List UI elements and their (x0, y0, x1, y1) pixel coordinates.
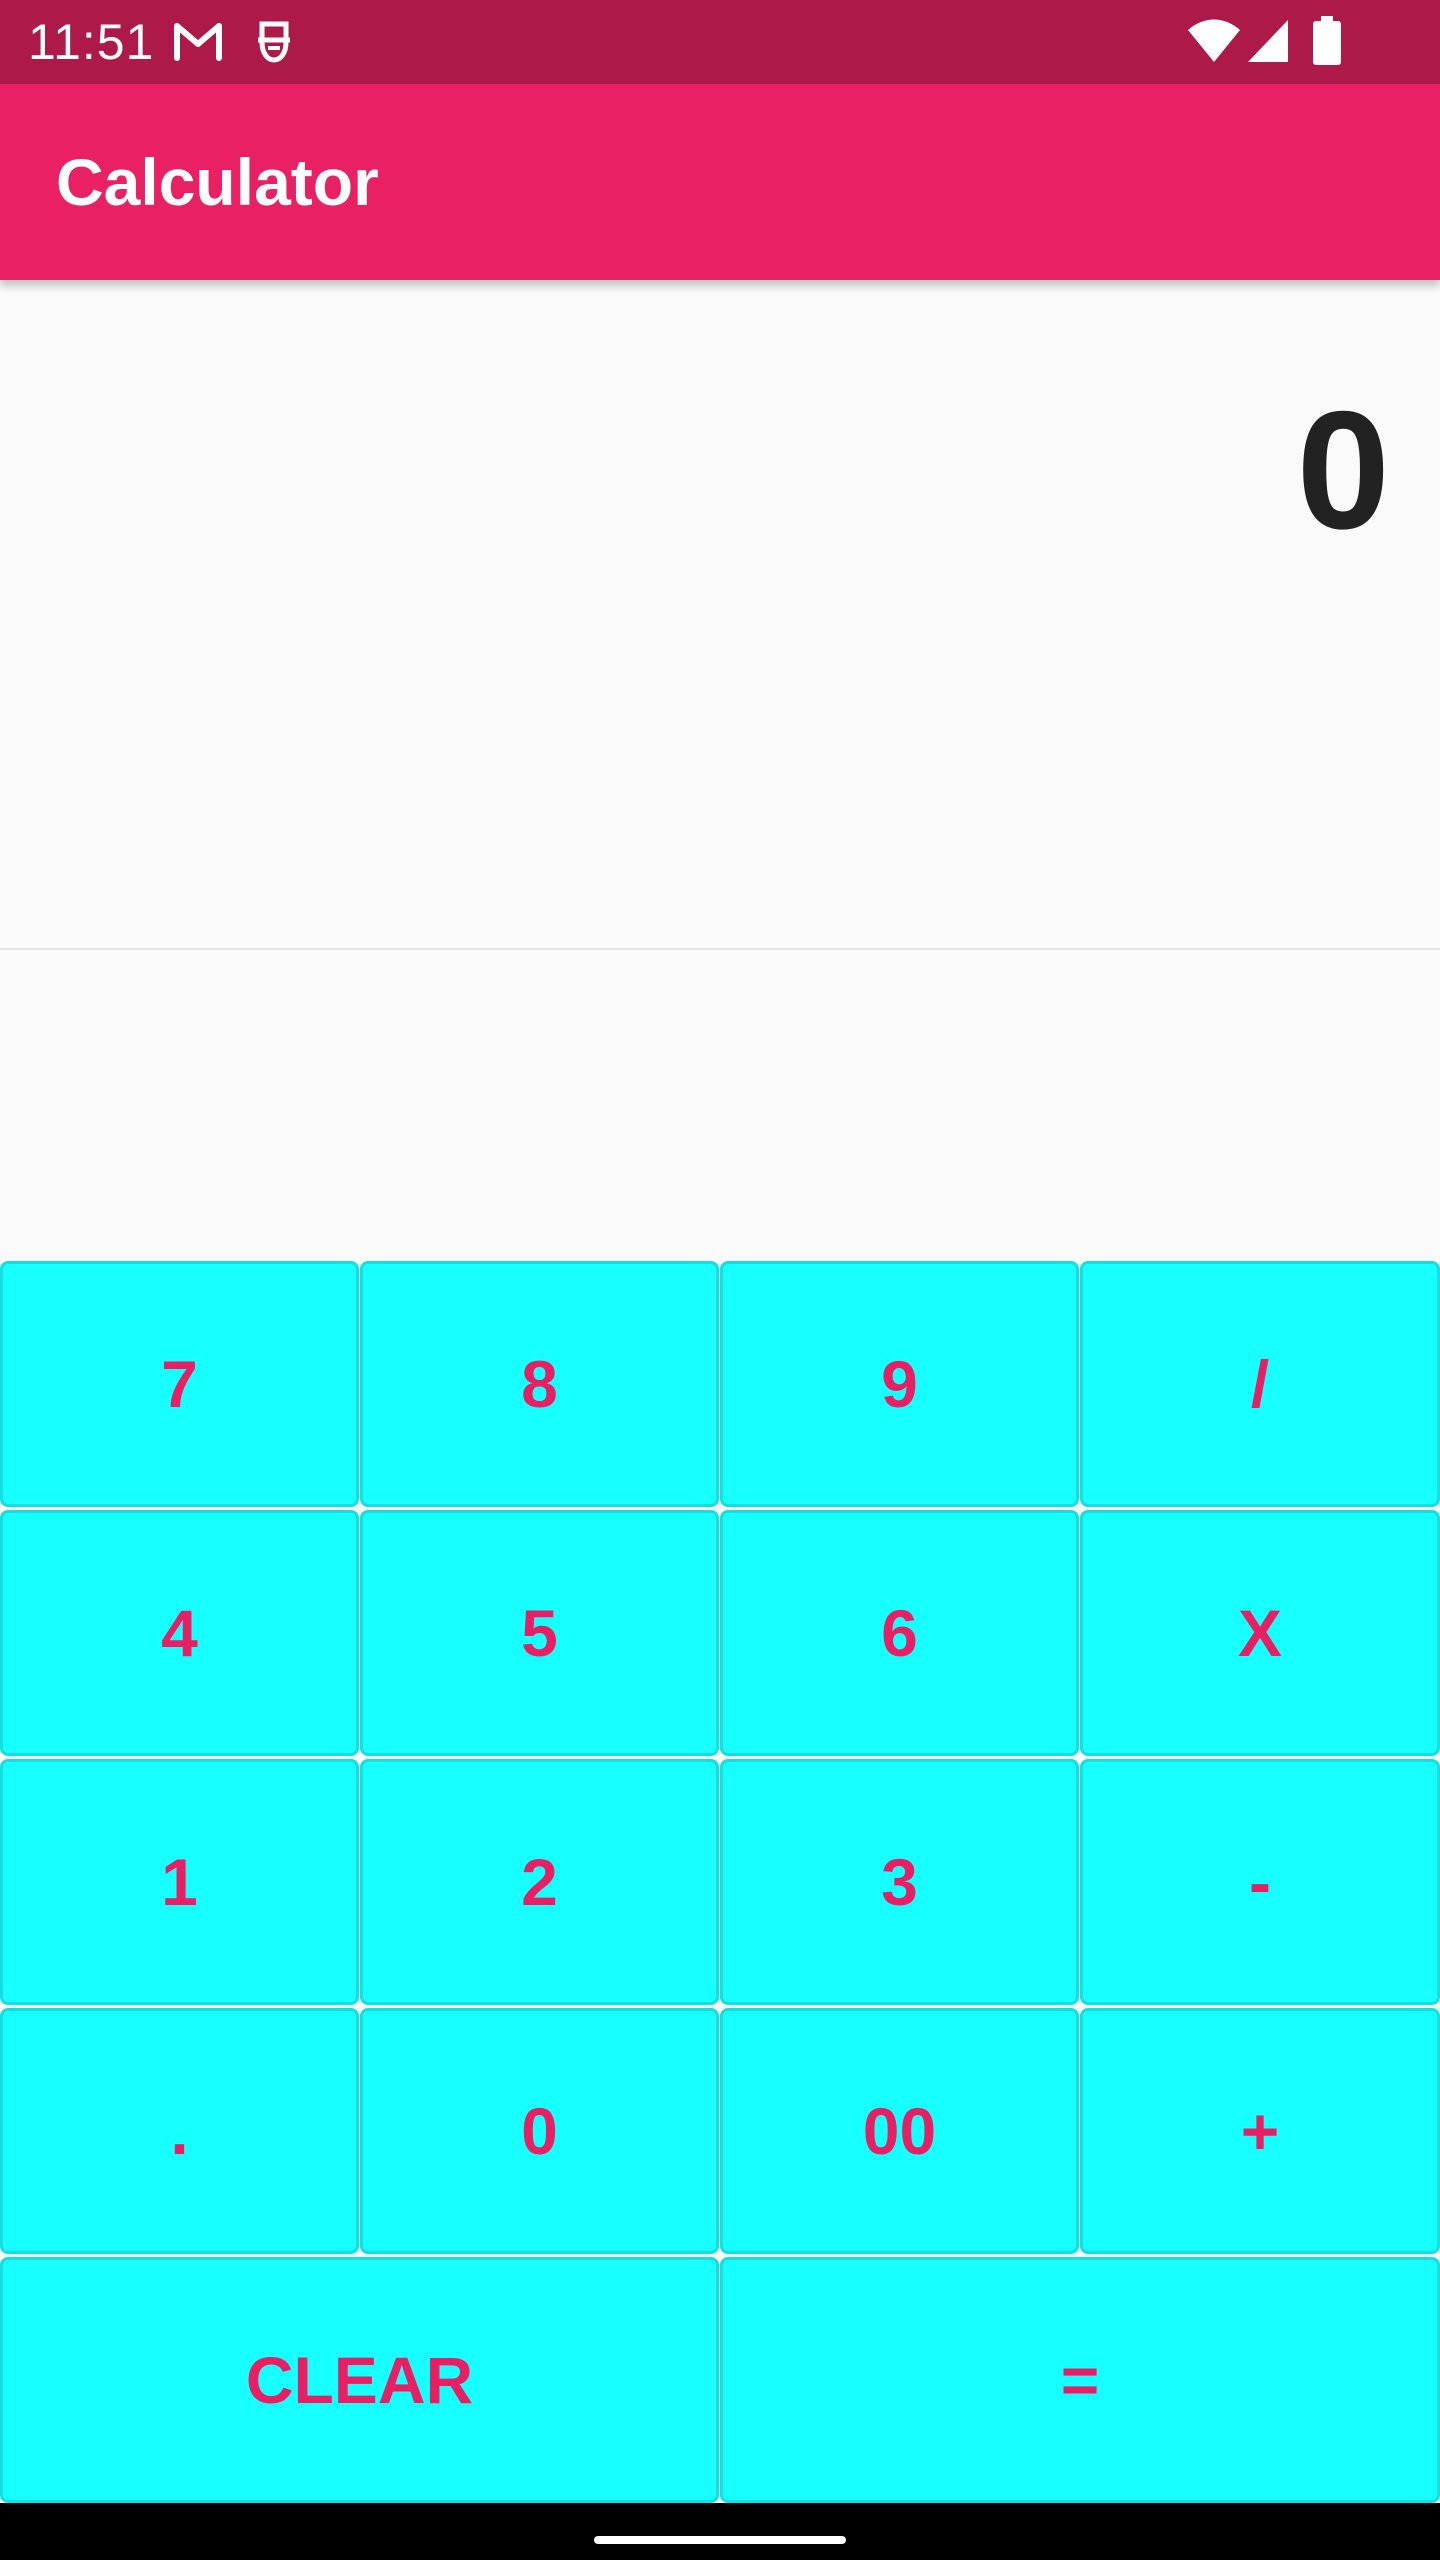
display-area: 0 (0, 280, 1440, 950)
key-2[interactable]: 2 (360, 1759, 719, 2005)
key-00[interactable]: 00 (720, 2008, 1079, 2254)
key-subtract[interactable]: - (1080, 1759, 1440, 2005)
battery-icon (1312, 16, 1342, 71)
key-5[interactable]: 5 (360, 1510, 719, 1756)
key-decimal[interactable]: . (0, 2008, 359, 2254)
gmail-icon (172, 18, 224, 69)
keypad: 7 8 9 / 4 5 6 X 1 2 3 - . 0 00 + CLEAR = (0, 1261, 1440, 2503)
key-8[interactable]: 8 (360, 1261, 719, 1507)
app-bar: Calculator (0, 84, 1440, 280)
home-gesture-handle[interactable] (594, 2536, 846, 2544)
key-multiply[interactable]: X (1080, 1510, 1440, 1756)
status-time: 11:51 (28, 14, 155, 70)
navigation-bar (0, 2503, 1440, 2560)
app-title: Calculator (56, 145, 379, 219)
key-add[interactable]: + (1080, 2008, 1440, 2254)
wifi-icon (1186, 18, 1242, 69)
key-6[interactable]: 6 (720, 1510, 1079, 1756)
key-9[interactable]: 9 (720, 1261, 1079, 1507)
key-divide[interactable]: / (1080, 1261, 1440, 1507)
key-1[interactable]: 1 (0, 1759, 359, 2005)
key-3[interactable]: 3 (720, 1759, 1079, 2005)
display-value: 0 (1296, 376, 1390, 564)
status-bar: 11:51 (0, 0, 1440, 84)
key-clear[interactable]: CLEAR (0, 2257, 719, 2503)
cellular-signal-icon (1246, 18, 1290, 69)
key-7[interactable]: 7 (0, 1261, 359, 1507)
key-0[interactable]: 0 (360, 2008, 719, 2254)
key-4[interactable]: 4 (0, 1510, 359, 1756)
key-equals[interactable]: = (720, 2257, 1440, 2503)
notification-app-icon (254, 18, 294, 71)
